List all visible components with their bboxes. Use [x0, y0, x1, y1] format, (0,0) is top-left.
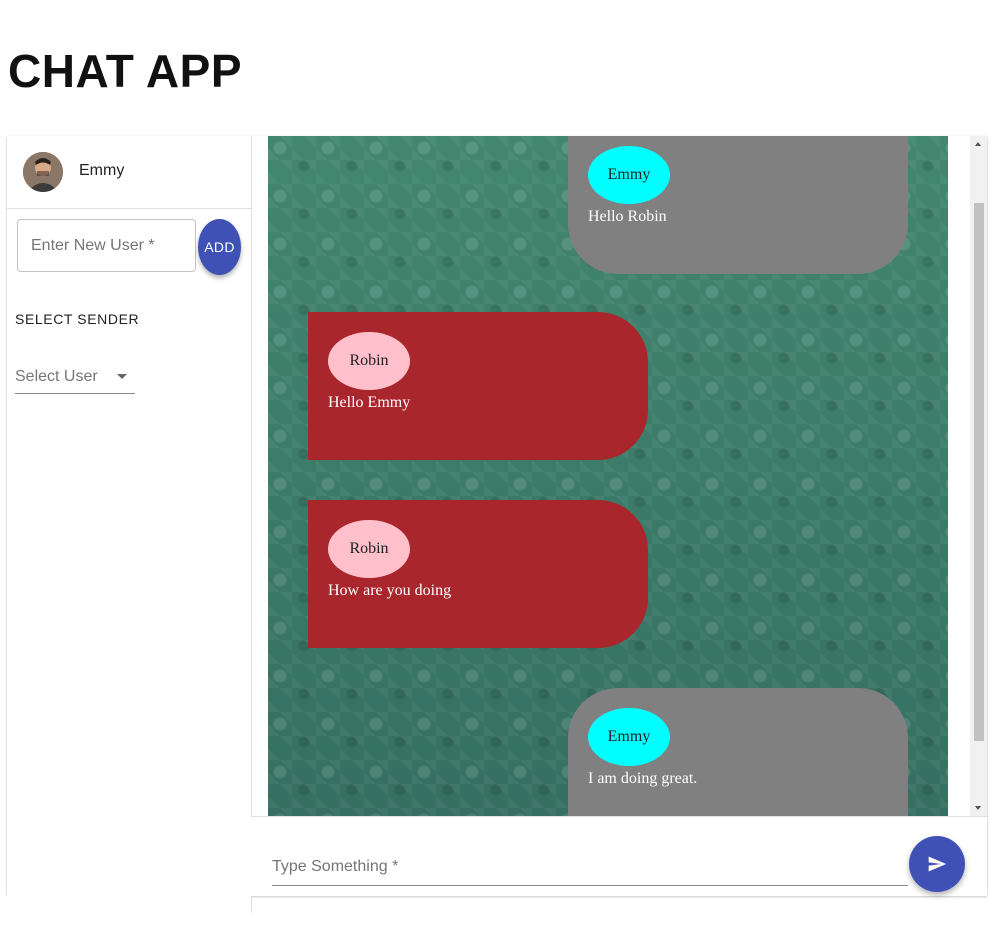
- message-text: Hello Emmy: [328, 394, 411, 411]
- chat-panel: Emmy ADD SELECT SENDER Select User Emmy …: [7, 136, 987, 913]
- message-text: I am doing great.: [588, 770, 698, 787]
- message-bubble: Robin How are you doing: [308, 500, 648, 648]
- message-bubble: Emmy Hello Robin: [568, 136, 908, 274]
- sidebar: Emmy ADD SELECT SENDER Select User: [7, 136, 252, 913]
- message-list[interactable]: Emmy Hello Robin Robin Hello Emmy Robin …: [268, 136, 948, 816]
- message-text: How are you doing: [328, 582, 452, 599]
- scrollbar-thumb[interactable]: [974, 203, 984, 741]
- message-text: Hello Robin: [588, 208, 667, 225]
- scroll-up-icon[interactable]: [975, 142, 981, 146]
- select-user-value: Select User: [15, 368, 98, 385]
- add-user-button[interactable]: ADD: [198, 219, 241, 275]
- message-sender: Emmy: [588, 708, 670, 766]
- message-sender: Emmy: [588, 146, 670, 204]
- send-icon: [928, 856, 947, 872]
- message-sender: Robin: [328, 520, 410, 578]
- message-composer: [251, 816, 987, 896]
- select-sender-label: SELECT SENDER: [15, 311, 140, 327]
- message-sender: Robin: [328, 332, 410, 390]
- scroll-down-icon[interactable]: [975, 806, 981, 810]
- message-input[interactable]: [272, 849, 908, 886]
- user-name: Emmy: [79, 162, 125, 179]
- user-avatar: [23, 152, 63, 192]
- select-user-dropdown[interactable]: Select User: [15, 364, 135, 394]
- current-user[interactable]: Emmy: [7, 136, 251, 209]
- new-user-input[interactable]: [17, 219, 196, 272]
- message-bubble: Emmy I am doing great.: [568, 688, 908, 816]
- send-button[interactable]: [909, 836, 965, 892]
- message-bubble: Robin Hello Emmy: [308, 312, 648, 460]
- chat-scrollbar[interactable]: [970, 136, 987, 816]
- page-title: CHAT APP: [8, 45, 242, 97]
- caret-down-icon: [117, 374, 127, 379]
